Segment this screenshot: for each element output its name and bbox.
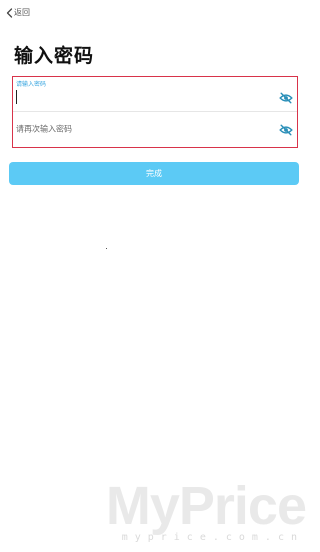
- watermark-logo: MyPrice: [105, 476, 307, 536]
- eye-slash-icon[interactable]: [279, 90, 293, 104]
- password-field[interactable]: 请输入密码: [13, 77, 297, 112]
- password-form: 请输入密码 请再次输入密码: [12, 76, 298, 148]
- text-cursor: [16, 90, 17, 104]
- page-title: 输入密码: [14, 45, 95, 67]
- done-button[interactable]: 完成: [9, 162, 299, 185]
- password-screen: 返回 输入密码 请输入密码 请再次输入密码 完成 MyPrice myprice…: [0, 0, 310, 552]
- eye-slash-icon[interactable]: [279, 122, 293, 136]
- chevron-left-icon: [6, 8, 13, 18]
- stray-dot: [106, 248, 107, 249]
- watermark: MyPrice myprice.com.cn: [105, 476, 307, 543]
- watermark-url: myprice.com.cn: [121, 532, 304, 543]
- confirm-password-placeholder: 请再次输入密码: [16, 124, 72, 134]
- password-label: 请输入密码: [16, 81, 47, 88]
- back-button[interactable]: 返回: [6, 8, 30, 18]
- back-label: 返回: [14, 8, 30, 17]
- confirm-password-field[interactable]: 请再次输入密码: [13, 111, 297, 147]
